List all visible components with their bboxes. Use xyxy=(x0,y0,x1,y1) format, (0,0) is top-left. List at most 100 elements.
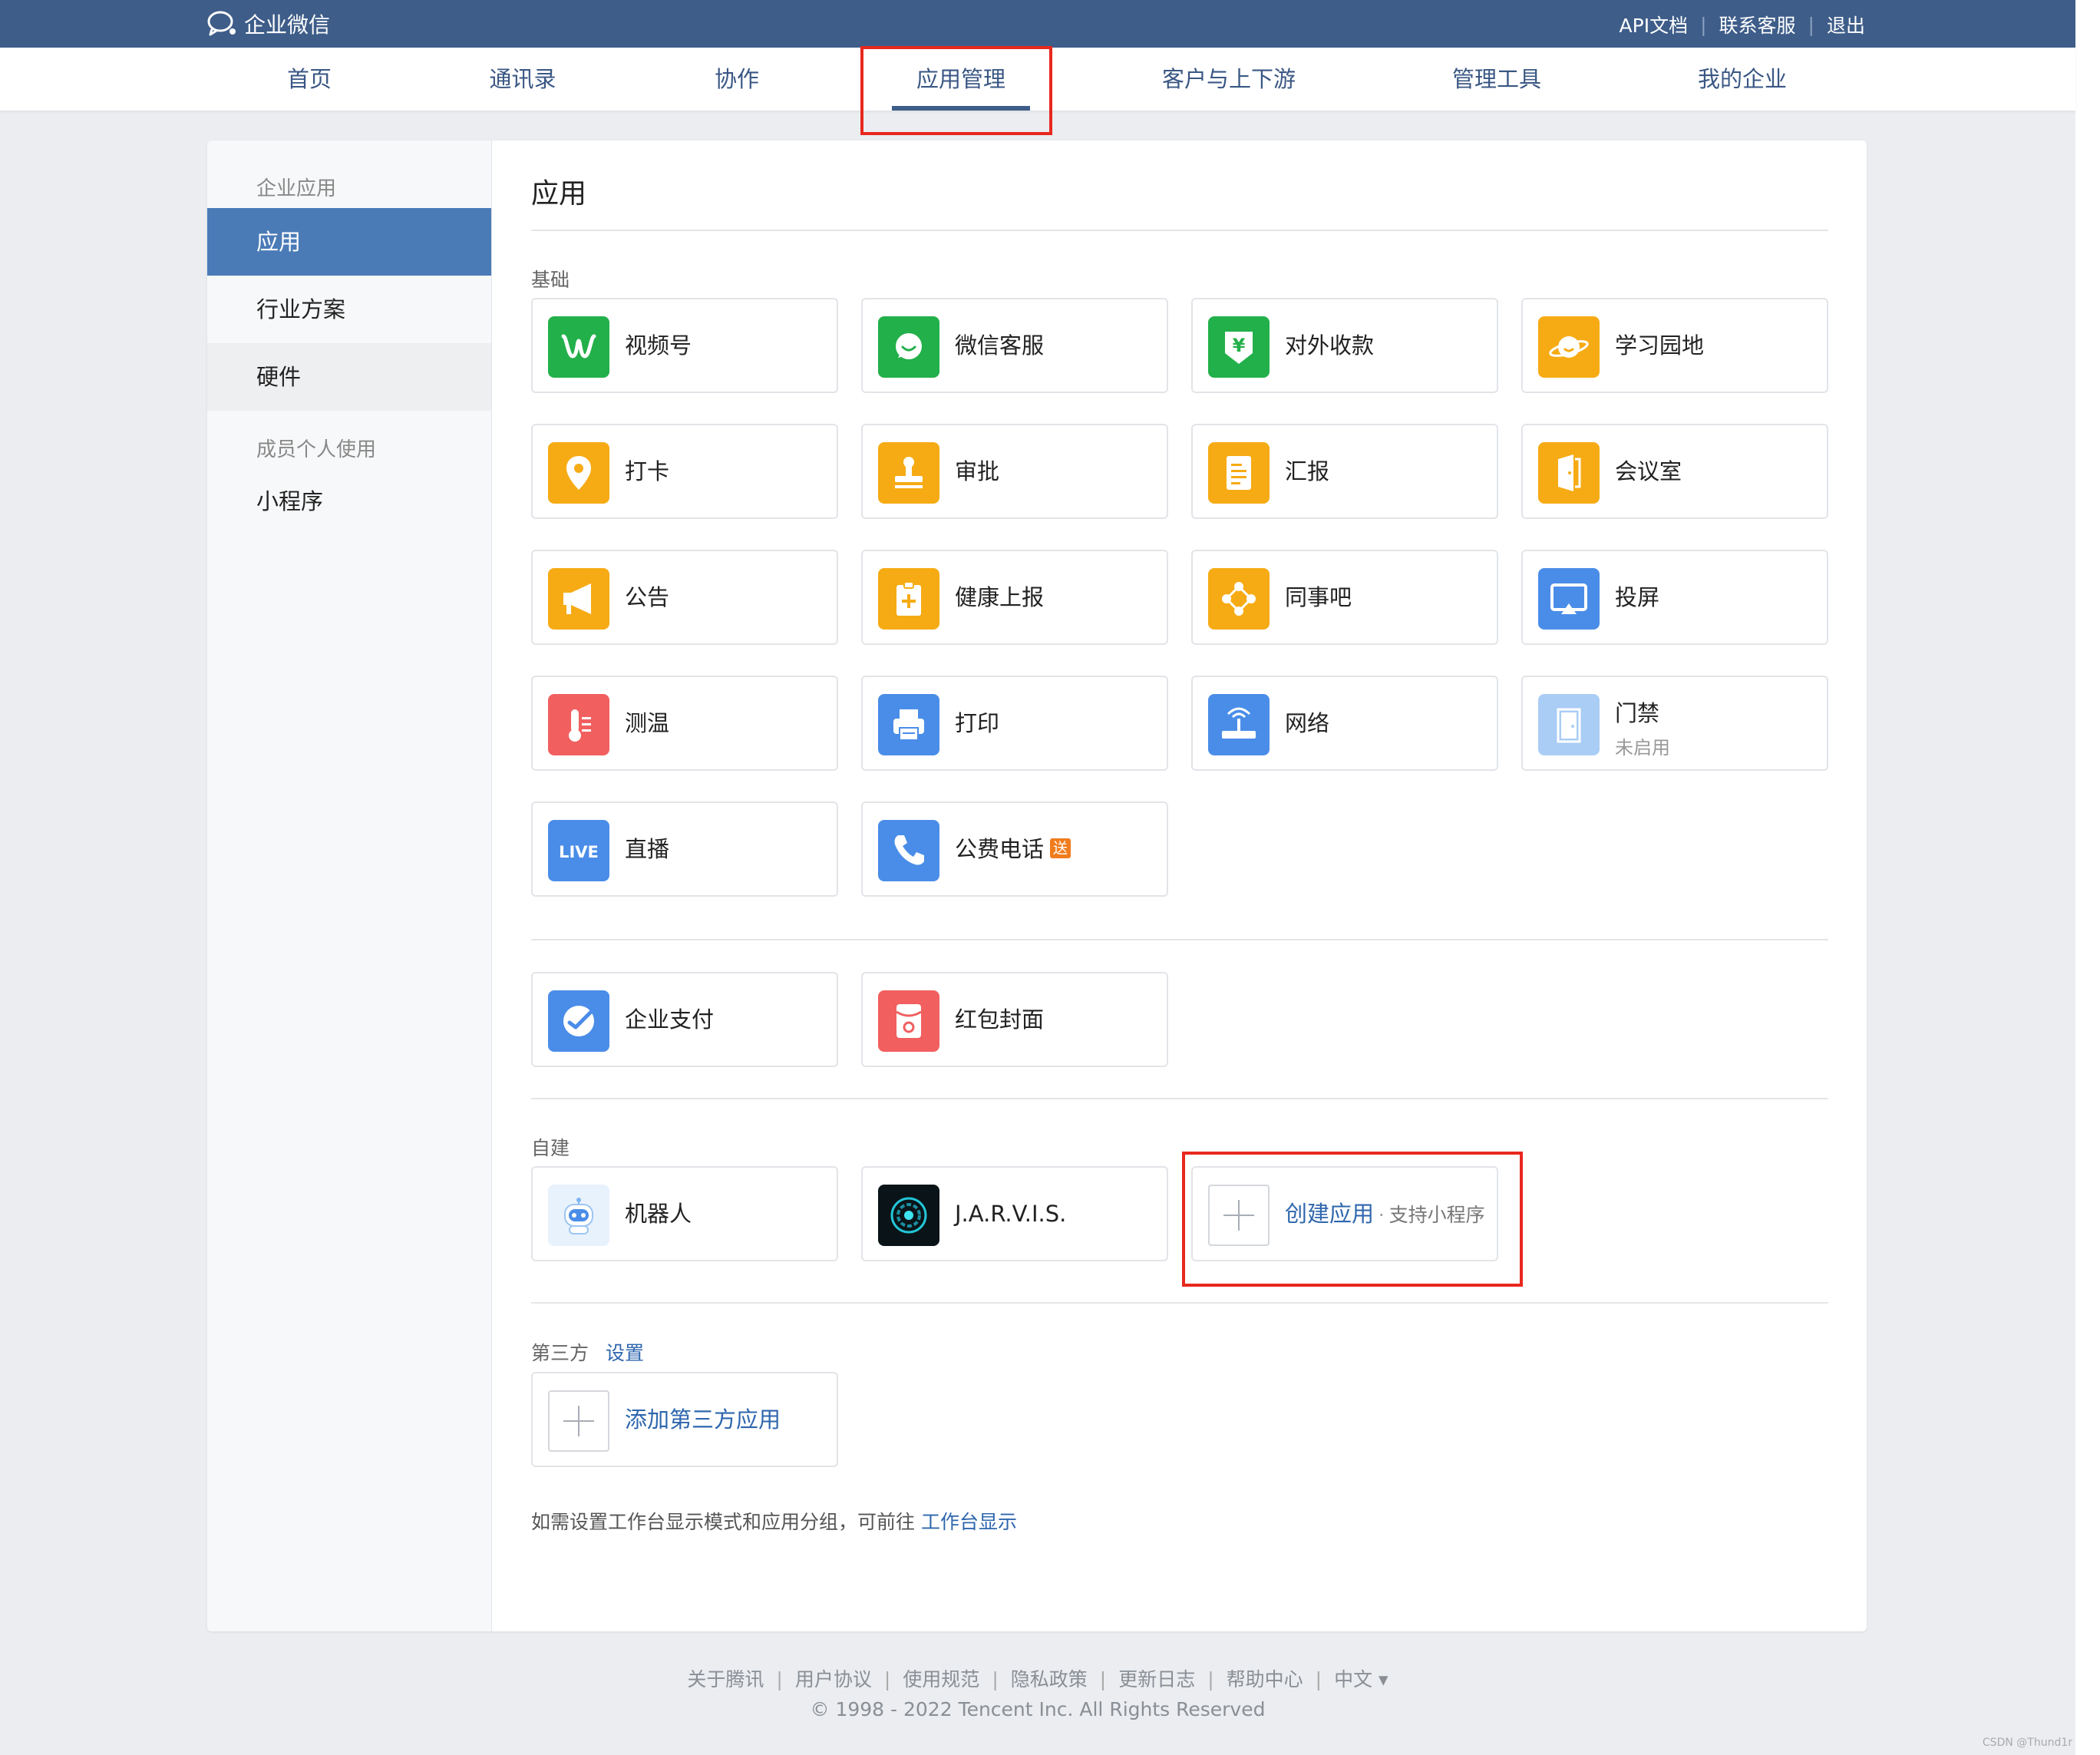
add-third-party-card[interactable]: 添加第三方应用 xyxy=(531,1372,838,1467)
wechat-service-icon xyxy=(878,316,939,378)
jarvis-icon xyxy=(878,1185,939,1246)
app-card[interactable]: 审批 xyxy=(861,424,1168,519)
sidebar-item-hardware[interactable]: 硬件 xyxy=(207,343,491,411)
app-name: 机器人 xyxy=(625,1201,692,1227)
app-card[interactable]: 门禁 未启用 xyxy=(1521,676,1828,771)
divider xyxy=(531,1302,1828,1304)
app-card[interactable]: 学习园地 xyxy=(1521,298,1828,393)
divider xyxy=(531,230,1828,231)
app-card[interactable]: 企业支付 xyxy=(531,972,838,1067)
nav-contacts[interactable]: 通讯录 xyxy=(489,48,556,111)
door-icon xyxy=(1538,442,1600,504)
top-links: API文档 | 联系客服 | 退出 xyxy=(1620,11,1865,38)
app-card[interactable]: 健康上报 xyxy=(861,550,1168,645)
app-name: J.A.R.V.I.S. xyxy=(955,1201,1067,1227)
nav-my-company[interactable]: 我的企业 xyxy=(1698,48,1787,111)
app-card[interactable]: J.A.R.V.I.S. xyxy=(861,1166,1168,1261)
highlight-box xyxy=(1182,1152,1523,1287)
app-name-text: 公费电话 xyxy=(955,836,1045,862)
workbench-display-link[interactable]: 工作台显示 xyxy=(921,1511,1017,1533)
sidebar-item-miniprogram[interactable]: 小程序 xyxy=(207,468,491,535)
main-panel: 企业应用 应用 行业方案 硬件 成员个人使用 小程序 应用 基础 视频号 微信客… xyxy=(207,140,1867,1631)
sidebar-group-personal: 成员个人使用 xyxy=(256,438,377,461)
phone-icon xyxy=(878,820,939,881)
separator: | xyxy=(1808,13,1814,36)
app-card[interactable]: 投屏 xyxy=(1521,550,1828,645)
add-third-party-label: 添加第三方应用 xyxy=(625,1406,781,1433)
app-name: 门禁 未启用 xyxy=(1615,696,1670,759)
wework-logo-icon xyxy=(207,11,236,36)
footer-link-privacy[interactable]: 隐私政策 xyxy=(1011,1668,1088,1691)
red-envelope-icon xyxy=(878,990,939,1052)
sidebar-item-apps[interactable]: 应用 xyxy=(207,208,491,276)
nav-collaboration[interactable]: 协作 xyxy=(715,48,759,111)
highlight-box xyxy=(860,46,1052,135)
app-card[interactable]: 打卡 xyxy=(531,424,838,519)
colleague-circle-icon xyxy=(1208,568,1270,630)
note-text: 如需设置工作台显示模式和应用分组，可前往 xyxy=(531,1511,916,1533)
language-selector[interactable]: 中文 ▾ xyxy=(1334,1668,1388,1691)
app-card[interactable]: 会议室 xyxy=(1521,424,1828,519)
brand-logo[interactable]: 企业微信 xyxy=(206,8,330,40)
app-card[interactable]: 测温 xyxy=(531,676,838,771)
app-name: 汇报 xyxy=(1285,458,1330,484)
nav-admin-tools[interactable]: 管理工具 xyxy=(1452,48,1541,111)
app-card[interactable]: 公告 xyxy=(531,550,838,645)
app-card[interactable]: LIVE 直播 xyxy=(531,801,838,897)
app-card[interactable]: 公费电话送 xyxy=(861,801,1168,897)
door-access-icon xyxy=(1538,694,1600,755)
app-card[interactable]: 微信客服 xyxy=(861,298,1168,393)
copyright: © 1998 - 2022 Tencent Inc. All Rights Re… xyxy=(810,1698,1266,1720)
nav-customers[interactable]: 客户与上下游 xyxy=(1162,48,1296,111)
page-title: 应用 xyxy=(531,178,587,210)
megaphone-icon xyxy=(548,568,609,630)
contact-support-link[interactable]: 联系客服 xyxy=(1719,11,1796,38)
nav-home[interactable]: 首页 xyxy=(287,48,332,111)
app-card[interactable]: 同事吧 xyxy=(1191,550,1498,645)
separator: | xyxy=(1700,13,1707,36)
app-name: 微信客服 xyxy=(955,332,1045,359)
app-name: 打卡 xyxy=(625,458,670,484)
footer-link-agreement[interactable]: 用户协议 xyxy=(795,1668,872,1691)
separator: | xyxy=(1315,1668,1322,1691)
footer-link-rules[interactable]: 使用规范 xyxy=(903,1668,979,1691)
section-custom-label: 自建 xyxy=(531,1137,570,1159)
printer-icon xyxy=(878,694,939,755)
app-name: 健康上报 xyxy=(955,584,1045,610)
workbench-note: 如需设置工作台显示模式和应用分组，可前往 工作台显示 xyxy=(531,1507,1017,1535)
app-card[interactable]: ¥ 对外收款 xyxy=(1191,298,1498,393)
app-name: 直播 xyxy=(625,836,670,862)
router-icon xyxy=(1208,694,1270,755)
svg-text:¥: ¥ xyxy=(1233,335,1246,356)
separator: | xyxy=(776,1668,783,1691)
page-edge xyxy=(2075,0,2100,1755)
app-name: 同事吧 xyxy=(1285,584,1352,610)
app-card[interactable]: 视频号 xyxy=(531,298,838,393)
app-name-text: 门禁 xyxy=(1615,700,1660,726)
app-name: 对外收款 xyxy=(1285,332,1375,359)
footer-link-changelog[interactable]: 更新日志 xyxy=(1118,1668,1195,1691)
planet-icon xyxy=(1538,316,1600,378)
app-card[interactable]: 打印 xyxy=(861,676,1168,771)
plus-icon xyxy=(548,1390,609,1452)
sidebar-item-industry[interactable]: 行业方案 xyxy=(207,276,491,343)
stamp-icon xyxy=(878,442,939,504)
footer-links: 关于腾讯 | 用户协议 | 使用规范 | 隐私政策 | 更新日志 | 帮助中心 | 中文 ▾ xyxy=(0,1664,2075,1692)
app-card[interactable]: 汇报 xyxy=(1191,424,1498,519)
screencast-icon xyxy=(1538,568,1600,630)
robot-icon xyxy=(548,1185,609,1246)
separator: | xyxy=(1207,1668,1214,1691)
app-name: 网络 xyxy=(1285,710,1330,736)
content-area: 应用 基础 视频号 微信客服 ¥ 对外收款 学习园地 打卡 审批 汇报 会议室 … xyxy=(491,140,1867,1631)
footer-link-help[interactable]: 帮助中心 xyxy=(1227,1668,1303,1691)
location-pin-icon xyxy=(548,442,609,504)
app-name: 打印 xyxy=(955,710,1000,736)
app-card[interactable]: 网络 xyxy=(1191,676,1498,771)
footer-link-about[interactable]: 关于腾讯 xyxy=(687,1668,764,1691)
api-docs-link[interactable]: API文档 xyxy=(1620,11,1689,38)
logout-link[interactable]: 退出 xyxy=(1827,11,1865,38)
app-card[interactable]: 红包封面 xyxy=(861,972,1168,1067)
app-card[interactable]: 机器人 xyxy=(531,1166,838,1261)
third-party-text: 第三方 xyxy=(531,1342,589,1364)
third-party-settings-link[interactable]: 设置 xyxy=(606,1342,644,1364)
